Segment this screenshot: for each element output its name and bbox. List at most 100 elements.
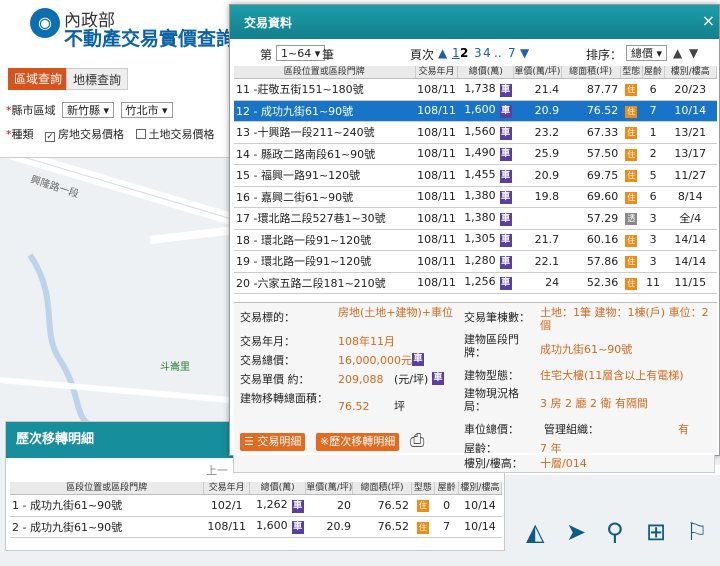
- measure-icon[interactable]: ◭: [526, 518, 544, 546]
- age-value: 7 年: [540, 442, 562, 455]
- table-row[interactable]: 2 - 成功九街61~90號 108/11 1,600 車 20.9 76.52 住 7 10/…: [10, 516, 502, 538]
- history-pager[interactable]: 上一: [206, 462, 228, 478]
- cell-total: 1,380 車: [457, 207, 514, 230]
- district-select[interactable]: 竹北市 ▾: [120, 102, 173, 118]
- cell-type: 住: [620, 143, 643, 165]
- car-space-icon[interactable]: 車: [499, 148, 512, 162]
- car-space-icon[interactable]: 車: [499, 255, 512, 269]
- table-row[interactable]: 14 - 縣政二路南段61~90號 108/11 1,490 車 25.9 57.50 住 2…: [234, 143, 717, 165]
- cell-text: 108/11: [417, 233, 456, 247]
- transaction-detail-button[interactable]: ☰ 交易明細: [240, 433, 306, 451]
- car-space-icon[interactable]: 車: [499, 212, 512, 226]
- col-header: 總面積(坪): [352, 482, 412, 495]
- locate-icon[interactable]: ⚲: [606, 518, 624, 546]
- building-type-icon: 住: [416, 500, 429, 513]
- cell-text: -十興路一段211~240號: [253, 126, 375, 140]
- building-type-icon: 住: [625, 256, 638, 269]
- cell-addr: 18 - 環北路一段91~120號: [234, 229, 416, 251]
- range-select[interactable]: 1~64 ▾: [276, 45, 326, 61]
- cell-text: 21.4: [534, 82, 560, 96]
- dialog-toolbar: 第 1~64 ▾ 筆 頁次 ▲ 1 2 3 4 .. 7 ▼ 排序： 總價 ▾ …: [230, 43, 719, 65]
- car-space-icon[interactable]: 車: [499, 105, 512, 119]
- cell-type: 住: [620, 250, 643, 273]
- table-row[interactable]: 17 -環北路二段527巷1~30號 108/11 1,380 車 57.29 透 3 全/4: [234, 207, 717, 230]
- cell-text: 7: [443, 520, 451, 534]
- cell-text: - 成功九街61~90號: [22, 520, 123, 534]
- dialog-header[interactable]: 交易資料 ×: [230, 5, 719, 39]
- cell-text: 13/21: [674, 125, 707, 139]
- next-page-icon[interactable]: ▼: [520, 46, 529, 60]
- row-number: 17: [236, 212, 250, 226]
- history-detail-button[interactable]: ※歷次移轉明細: [316, 433, 400, 451]
- page-7-link[interactable]: 7: [508, 46, 516, 60]
- car-space-icon[interactable]: 車: [499, 191, 512, 205]
- col-header: 交易年月: [203, 482, 251, 495]
- sort-select[interactable]: 總價 ▾: [626, 45, 668, 61]
- cell-total: 1,490 車: [457, 143, 514, 165]
- table-row[interactable]: 20 -六家五路二段181~210號 108/11 1,256 車 24 52.36 住 11…: [234, 272, 717, 294]
- table-row[interactable]: 18 - 環北路一段91~120號 108/11 1,305 車 21.7 60.16 住 3…: [234, 229, 717, 251]
- prev-page-icon[interactable]: ▲: [438, 46, 447, 60]
- btype-value: 住宅大樓(11層含以上有電梯): [540, 369, 684, 382]
- county-select[interactable]: 新竹縣 ▾: [62, 102, 115, 118]
- cell-type: 住: [620, 272, 643, 294]
- walk-icon[interactable]: ⚐: [686, 518, 708, 546]
- cell-addr: 2 - 成功九街61~90號: [10, 516, 204, 538]
- mgmt-label: 管理組織：: [544, 423, 599, 436]
- table-row[interactable]: 13 -十興路一段211~240號 108/11 1,560 車 23.2 67.33 住 1…: [234, 121, 717, 144]
- cell-age: 11: [642, 272, 664, 294]
- type-label: 種類: [11, 128, 34, 141]
- house-price-checkbox[interactable]: ✓: [45, 132, 55, 142]
- building-type-icon: 住: [625, 191, 638, 204]
- cell-age: 7: [642, 100, 664, 122]
- car-space-icon[interactable]: 車: [291, 521, 304, 535]
- table-row[interactable]: 11 -莊敬五街151~180號 108/11 1,738 車 21.4 87.77 住 6 2…: [234, 78, 717, 101]
- cell-text: 20.9: [534, 104, 560, 118]
- close-icon[interactable]: ×: [702, 11, 715, 30]
- target-value: 房地(土地+建物)+車位: [338, 306, 454, 319]
- car-space-icon[interactable]: 車: [499, 126, 512, 140]
- cell-type: 住: [620, 121, 643, 144]
- col-header: 交易年月: [415, 66, 459, 79]
- table-row[interactable]: 1 - 成功九街61~90號 102/1 1,262 車 20 76.52 住 0 10/14: [10, 494, 502, 517]
- transaction-detail: 交易標的： 房地(土地+建物)+車位 交易年月： 108年11月 交易總價： 1…: [234, 302, 717, 455]
- page-1-link[interactable]: 1: [452, 46, 460, 60]
- car-space-icon[interactable]: 車: [499, 277, 512, 291]
- grid-icon[interactable]: ⊞: [646, 518, 666, 546]
- navigate-icon[interactable]: ➤: [566, 518, 586, 546]
- cell-text: 108/11: [207, 520, 247, 534]
- car-space-icon[interactable]: 車: [291, 499, 304, 513]
- cell-unit: 24: [513, 272, 562, 294]
- page-4-link[interactable]: 4: [483, 46, 491, 60]
- sort-desc-icon[interactable]: ▼: [689, 46, 698, 60]
- sort-label: 排序：: [586, 48, 623, 62]
- col-header: 型態: [411, 482, 436, 495]
- cell-text: 11: [646, 276, 661, 290]
- cell-unit: 22.1: [513, 250, 562, 273]
- table-row[interactable]: 19 - 環北路一段91~120號 108/11 1,280 車 22.1 57.86 住 3…: [234, 250, 717, 273]
- car-space-icon[interactable]: 車: [432, 372, 444, 385]
- unit-value: 209,088: [338, 373, 384, 386]
- sort-asc-icon[interactable]: ▲: [673, 46, 682, 60]
- cell-text: 20/23: [674, 82, 707, 96]
- tab-landmark-search[interactable]: 地標查詢: [66, 68, 129, 90]
- car-space-icon[interactable]: 車: [499, 234, 512, 248]
- table-row[interactable]: 12 - 成功九街61~90號 108/11 1,600 車 20.9 76.52 住 7 10…: [234, 100, 717, 122]
- land-price-checkbox[interactable]: [135, 129, 146, 139]
- car-space-icon[interactable]: 車: [499, 83, 512, 97]
- tab-area-search[interactable]: 區域查詢: [8, 68, 69, 90]
- cell-text: 108/11: [417, 211, 456, 225]
- car-space-icon[interactable]: 車: [412, 353, 424, 366]
- table-row[interactable]: 16 - 嘉興二街61~90號 108/11 1,380 車 19.8 69.60 住 6 8/…: [234, 186, 717, 208]
- cell-text: 14/14: [674, 233, 707, 247]
- table-row[interactable]: 15 - 福興一路91~120號 108/11 1,455 車 20.9 69.75 住 5 1…: [234, 164, 717, 187]
- cell-total: 1,455 車: [457, 164, 514, 187]
- cell-area: 87.77: [561, 78, 621, 101]
- row-number: 2: [12, 520, 19, 534]
- page-3-link[interactable]: 3: [474, 46, 482, 60]
- car-space-icon[interactable]: 車: [499, 169, 512, 183]
- print-icon[interactable]: ⎙: [410, 430, 424, 451]
- cell-ym: 108/11: [415, 186, 458, 208]
- cell-text: 108/11: [417, 190, 456, 204]
- cell-text: 69.75: [586, 168, 619, 182]
